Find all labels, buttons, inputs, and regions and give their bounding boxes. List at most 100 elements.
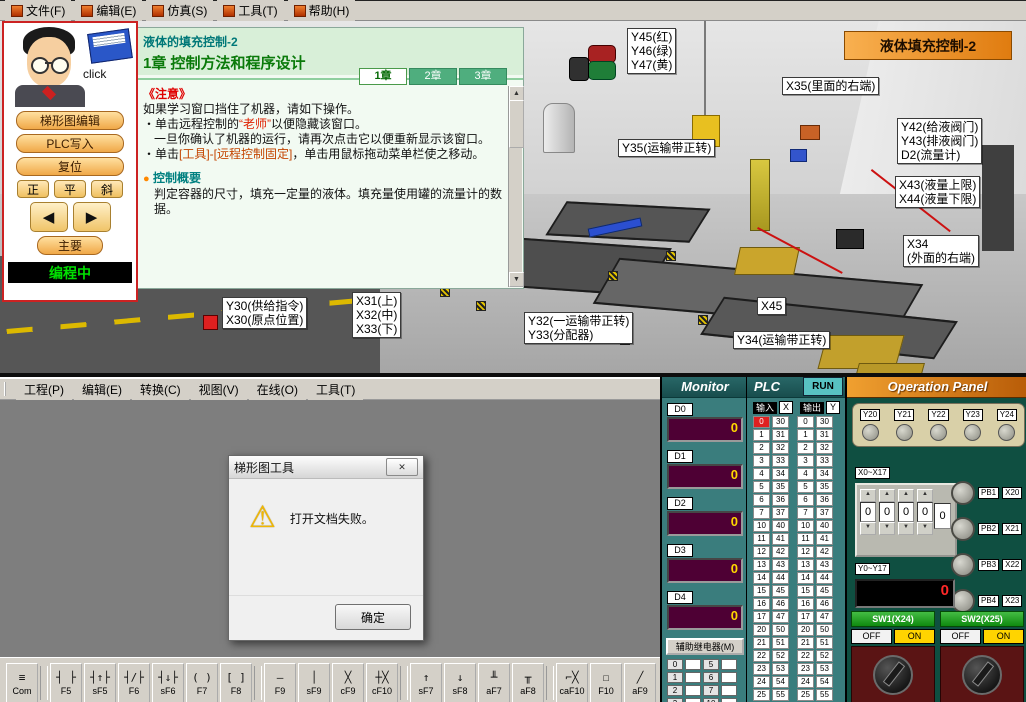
plc-io-cell[interactable]: 31 xyxy=(772,429,789,441)
lesson-tab-3[interactable]: 3章 xyxy=(459,68,507,85)
plc-io-cell[interactable]: 37 xyxy=(772,507,789,519)
m-relay-state[interactable] xyxy=(721,685,737,696)
wheel-up-icon[interactable]: ▲ xyxy=(898,489,914,502)
menubar-item[interactable]: 仿真(S) xyxy=(146,0,213,21)
ladder-tool-sF7[interactable]: ↑sF7 xyxy=(410,663,442,702)
plc-io-cell[interactable]: 21 xyxy=(797,637,814,649)
plc-io-cell[interactable]: 3 xyxy=(753,455,770,467)
plc-io-cell[interactable]: 20 xyxy=(753,624,770,636)
ladder-tool-cF9[interactable]: ╳cF9 xyxy=(332,663,364,702)
view-top-button[interactable]: 平 xyxy=(54,180,86,198)
rotary-knob-icon[interactable] xyxy=(873,655,913,695)
plc-io-cell[interactable]: 45 xyxy=(816,585,833,597)
plc-io-cell[interactable]: 53 xyxy=(772,663,789,675)
ladder-tool-F7[interactable]: ( )F7 xyxy=(186,663,218,702)
menubar-item[interactable]: 文件(F) xyxy=(5,0,71,21)
plc-io-cell[interactable]: 51 xyxy=(772,637,789,649)
plc-io-cell[interactable]: 4 xyxy=(797,468,814,480)
menubar-grip[interactable] xyxy=(4,382,10,396)
plc-io-cell[interactable]: 53 xyxy=(816,663,833,675)
plc-io-cell[interactable]: 22 xyxy=(753,650,770,662)
ok-button[interactable]: 确定 xyxy=(335,604,411,630)
scroll-up-icon[interactable]: ▲ xyxy=(509,86,524,101)
plc-io-cell[interactable]: 52 xyxy=(816,650,833,662)
plc-io-cell[interactable]: 20 xyxy=(797,624,814,636)
menubar-item[interactable]: 帮助(H) xyxy=(288,0,356,21)
ladder-menu-item[interactable]: 视图(V) xyxy=(191,379,247,400)
ladder-menu-item[interactable]: 在线(O) xyxy=(249,379,306,400)
dialog-titlebar[interactable]: 梯形图工具 ✕ xyxy=(229,456,423,479)
plc-io-cell[interactable]: 15 xyxy=(797,585,814,597)
plc-io-cell[interactable]: 52 xyxy=(772,650,789,662)
wheel-down-icon[interactable]: ▼ xyxy=(917,522,933,535)
plc-io-cell[interactable]: 31 xyxy=(816,429,833,441)
plc-io-cell[interactable]: 6 xyxy=(753,494,770,506)
plc-io-cell[interactable]: 33 xyxy=(772,455,789,467)
plc-io-cell[interactable]: 55 xyxy=(772,689,789,701)
plc-io-cell[interactable]: 7 xyxy=(797,507,814,519)
plc-io-cell[interactable]: 50 xyxy=(772,624,789,636)
m-relay-state[interactable] xyxy=(685,659,701,670)
ladder-tool-Com[interactable]: ≡Com xyxy=(6,663,38,702)
plc-io-cell[interactable]: 23 xyxy=(753,663,770,675)
ladder-tool-sF5[interactable]: ┤↑├sF5 xyxy=(84,663,116,702)
wheel-up-icon[interactable]: ▲ xyxy=(879,489,895,502)
ladder-tool-cF10[interactable]: ┼╳cF10 xyxy=(366,663,398,702)
plc-io-cell[interactable]: 51 xyxy=(816,637,833,649)
plc-io-cell[interactable]: 22 xyxy=(797,650,814,662)
m-relay-state[interactable] xyxy=(721,659,737,670)
plc-io-cell[interactable]: 13 xyxy=(797,559,814,571)
rotary-knob-icon[interactable] xyxy=(962,655,1002,695)
plc-io-cell[interactable]: 41 xyxy=(816,533,833,545)
reset-button[interactable]: 复位 xyxy=(16,157,124,176)
plc-io-cell[interactable]: 46 xyxy=(816,598,833,610)
plc-io-cell[interactable]: 23 xyxy=(797,663,814,675)
plc-io-cell[interactable]: 0 xyxy=(753,416,770,428)
plc-io-cell[interactable]: 5 xyxy=(753,481,770,493)
view-slant-button[interactable]: 斜 xyxy=(91,180,123,198)
plc-io-cell[interactable]: 6 xyxy=(797,494,814,506)
plc-io-cell[interactable]: 41 xyxy=(772,533,789,545)
plc-io-cell[interactable]: 36 xyxy=(816,494,833,506)
plc-io-cell[interactable]: 40 xyxy=(772,520,789,532)
plc-io-cell[interactable]: 44 xyxy=(816,572,833,584)
plc-io-cell[interactable]: 14 xyxy=(797,572,814,584)
wheel-up-icon[interactable]: ▲ xyxy=(917,489,933,502)
ladder-tool-sF6[interactable]: ┤↓├sF6 xyxy=(152,663,184,702)
plc-io-cell[interactable]: 25 xyxy=(797,689,814,701)
plc-write-button[interactable]: PLC写入 xyxy=(16,134,124,153)
plc-io-cell[interactable]: 0 xyxy=(797,416,814,428)
plc-io-cell[interactable]: 12 xyxy=(797,546,814,558)
lesson-scrollbar[interactable]: ▲ ▼ xyxy=(508,86,522,287)
ladder-tool-F5[interactable]: ┤ ├F5 xyxy=(50,663,82,702)
plc-io-cell[interactable]: 3 xyxy=(797,455,814,467)
m-relay-state[interactable] xyxy=(685,698,701,702)
plc-io-cell[interactable]: 25 xyxy=(753,689,770,701)
plc-io-cell[interactable]: 21 xyxy=(753,637,770,649)
plc-io-cell[interactable]: 24 xyxy=(797,676,814,688)
plc-io-cell[interactable]: 17 xyxy=(797,611,814,623)
plc-io-cell[interactable]: 7 xyxy=(753,507,770,519)
ladder-edit-button[interactable]: 梯形图编辑 xyxy=(16,111,124,130)
push-button-PB2[interactable] xyxy=(951,517,975,541)
lesson-tab-2[interactable]: 2章 xyxy=(409,68,457,85)
plc-io-cell[interactable]: 42 xyxy=(772,546,789,558)
plc-io-cell[interactable]: 43 xyxy=(816,559,833,571)
ladder-tool-sF8[interactable]: ↓sF8 xyxy=(444,663,476,702)
plc-io-cell[interactable]: 16 xyxy=(797,598,814,610)
m-relay-state[interactable] xyxy=(685,685,701,696)
wheel-down-icon[interactable]: ▼ xyxy=(860,522,876,535)
push-button-PB1[interactable] xyxy=(951,481,975,505)
plc-io-cell[interactable]: 33 xyxy=(816,455,833,467)
plc-io-cell[interactable]: 32 xyxy=(816,442,833,454)
next-arrow-button[interactable]: ▶ xyxy=(73,202,111,232)
scroll-down-icon[interactable]: ▼ xyxy=(509,272,524,287)
plc-io-cell[interactable]: 11 xyxy=(753,533,770,545)
plc-io-cell[interactable]: 1 xyxy=(753,429,770,441)
plc-io-cell[interactable]: 35 xyxy=(816,481,833,493)
m-relay-state[interactable] xyxy=(721,672,737,683)
plc-io-cell[interactable]: 2 xyxy=(753,442,770,454)
ladder-tool-caF10[interactable]: ⌐╳caF10 xyxy=(556,663,588,702)
ladder-tool-aF8[interactable]: ╥aF8 xyxy=(512,663,544,702)
plc-io-cell[interactable]: 40 xyxy=(816,520,833,532)
